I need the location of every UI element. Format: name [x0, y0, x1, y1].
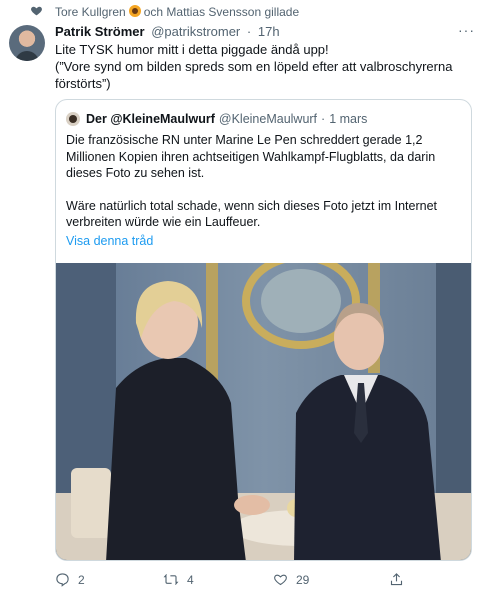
reply-button[interactable]: 2: [55, 572, 85, 587]
social-context[interactable]: Tore Kullgren och Mattias Svensson gillad…: [55, 5, 299, 19]
tweet-actions: 2 4 29: [55, 572, 455, 592]
avatar[interactable]: [9, 25, 45, 61]
social-context-user: Tore Kullgren: [55, 5, 126, 19]
like-icon: [274, 574, 287, 586]
author-name[interactable]: Patrik Strömer: [55, 24, 145, 39]
quoted-tweet-time: 1 mars: [329, 112, 368, 126]
sunflower-emoji-icon: [128, 5, 141, 17]
quoted-tweet-header: Der @KleineMaulwurf @KleineMaulwurf · 1 …: [66, 112, 367, 126]
tweet-text-line2: (”Vore synd om bilden spreds som en löpe…: [55, 59, 453, 91]
heart-icon: [30, 4, 43, 22]
tweet-time[interactable]: 17h: [258, 24, 280, 39]
tweet-header: Patrik Strömer @patrikstromer · 17h: [55, 24, 280, 39]
separator-dot: ·: [246, 24, 252, 39]
retweet-icon: [163, 574, 179, 585]
author-handle[interactable]: @patrikstromer: [151, 24, 240, 39]
retweet-button[interactable]: 4: [163, 572, 194, 587]
quoted-text-para2: Wäre natürlich total schade, wenn sich d…: [66, 198, 438, 230]
quoted-separator-dot: ·: [321, 112, 326, 126]
quoted-author-handle: @KleineMaulwurf: [218, 112, 318, 126]
like-button[interactable]: 29: [273, 572, 309, 587]
retweet-count: 4: [187, 572, 194, 587]
reply-count: 2: [78, 572, 85, 587]
more-options-icon[interactable]: ···: [458, 22, 475, 38]
quoted-avatar: [66, 112, 80, 126]
tweet-text-line1: Lite TYSK humor mitt i detta piggade änd…: [55, 42, 329, 57]
quoted-author-name: Der @KleineMaulwurf: [86, 112, 215, 126]
quoted-tweet[interactable]: Der @KleineMaulwurf @KleineMaulwurf · 1 …: [55, 99, 472, 561]
tweet-text: Lite TYSK humor mitt i detta piggade änd…: [55, 41, 475, 92]
show-thread-link[interactable]: Visa denna tråd: [66, 234, 153, 248]
quoted-tweet-photo[interactable]: [56, 263, 471, 560]
quoted-tweet-text: Die französische RN unter Marine Le Pen …: [66, 132, 461, 247]
social-context-rest: och Mattias Svensson gillade: [143, 5, 300, 19]
photo-illustration: [56, 263, 471, 560]
share-button[interactable]: [389, 572, 412, 587]
like-count: 29: [296, 572, 310, 587]
reply-icon: [56, 573, 69, 587]
quoted-text-para1: Die französische RN unter Marine Le Pen …: [66, 133, 436, 180]
share-icon: [390, 573, 403, 586]
